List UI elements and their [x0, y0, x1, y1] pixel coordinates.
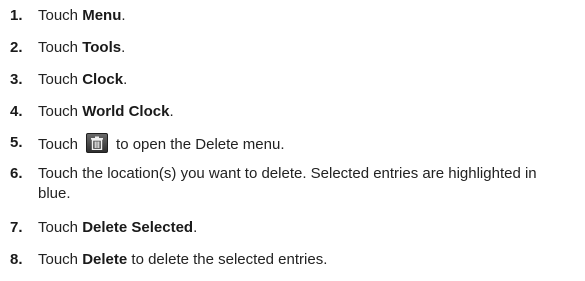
step-text: Touch to open the Delete menu.	[38, 133, 578, 155]
step-text: Touch Delete Selected.	[38, 219, 198, 236]
step-number: 3.	[10, 71, 23, 88]
step-text: Touch Clock.	[38, 71, 128, 88]
step-number: 5.	[10, 134, 23, 151]
ui-term: Clock	[82, 71, 124, 88]
ui-term: Delete	[82, 251, 128, 268]
ui-term: Delete Selected	[82, 219, 194, 236]
ui-term: World Clock	[82, 103, 170, 120]
step-text: Touch the location(s) you want to delete…	[38, 165, 537, 202]
step-number: 8.	[10, 251, 23, 268]
step-number: 1.	[10, 7, 23, 24]
step-text: Touch Delete to delete the selected entr…	[38, 251, 328, 268]
step-number: 2.	[10, 39, 23, 56]
step-number: 6.	[10, 165, 23, 182]
step-text: Touch Tools.	[38, 39, 126, 56]
ui-term: Tools	[82, 39, 122, 56]
ui-term: Menu	[82, 7, 122, 24]
step-text: Touch Menu.	[38, 7, 126, 24]
step-number: 7.	[10, 219, 23, 236]
step-number: 4.	[10, 103, 23, 120]
step-text: Touch World Clock.	[38, 103, 174, 120]
trash-icon	[86, 133, 109, 153]
